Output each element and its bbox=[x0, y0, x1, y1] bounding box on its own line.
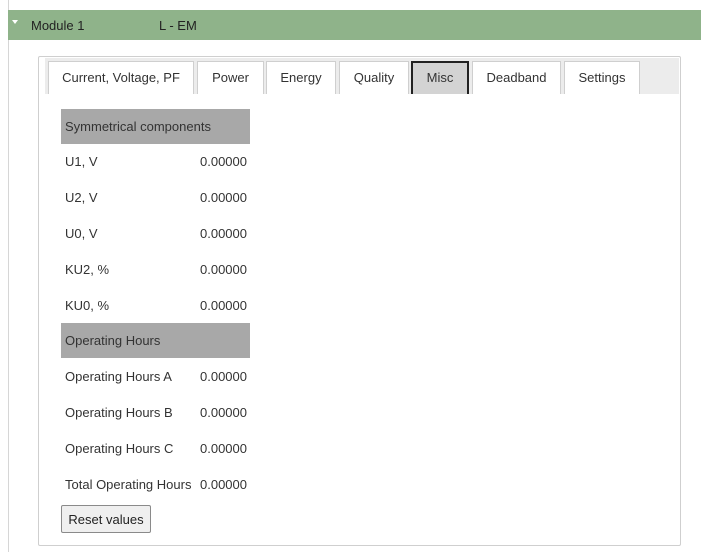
tab-current-voltage-pf[interactable]: Current, Voltage, PF bbox=[48, 61, 194, 94]
section-header-symmetrical: Symmetrical components bbox=[61, 109, 250, 144]
row-value-hours-b: 0.00000 bbox=[200, 405, 247, 420]
row-label-ku0: KU0, % bbox=[65, 298, 110, 313]
tab-deadband[interactable]: Deadband bbox=[472, 61, 561, 94]
module-header[interactable]: Module 1 L - EM bbox=[8, 10, 701, 40]
row-value-ku0: 0.00000 bbox=[200, 298, 247, 313]
row-label-hours-a: Operating Hours A bbox=[65, 369, 172, 384]
row-value-hours-a: 0.00000 bbox=[200, 369, 247, 384]
tab-misc[interactable]: Misc bbox=[411, 61, 469, 94]
row-value-total-hours: 0.00000 bbox=[200, 477, 247, 492]
tab-quality[interactable]: Quality bbox=[339, 61, 409, 94]
reset-values-button[interactable]: Reset values bbox=[61, 505, 151, 533]
tab-power[interactable]: Power bbox=[197, 61, 264, 94]
row-label-hours-b: Operating Hours B bbox=[65, 405, 173, 420]
row-value-u1: 0.00000 bbox=[200, 154, 247, 169]
row-value-u2: 0.00000 bbox=[200, 190, 247, 205]
row-label-ku2: KU2, % bbox=[65, 262, 110, 277]
row-value-u0: 0.00000 bbox=[200, 226, 247, 241]
row-value-ku2: 0.00000 bbox=[200, 262, 247, 277]
tab-settings[interactable]: Settings bbox=[564, 61, 640, 94]
row-label-u1: U1, V bbox=[65, 154, 98, 169]
tab-energy[interactable]: Energy bbox=[266, 61, 336, 94]
row-value-hours-c: 0.00000 bbox=[200, 441, 247, 456]
section-header-operating-hours: Operating Hours bbox=[61, 323, 250, 358]
row-label-total-hours: Total Operating Hours bbox=[65, 477, 192, 492]
row-label-u0: U0, V bbox=[65, 226, 98, 241]
module-type: L - EM bbox=[159, 18, 197, 33]
row-label-hours-c: Operating Hours C bbox=[65, 441, 174, 456]
caret-down-icon[interactable] bbox=[12, 20, 18, 24]
row-label-u2: U2, V bbox=[65, 190, 98, 205]
module-title: Module 1 bbox=[31, 18, 85, 33]
